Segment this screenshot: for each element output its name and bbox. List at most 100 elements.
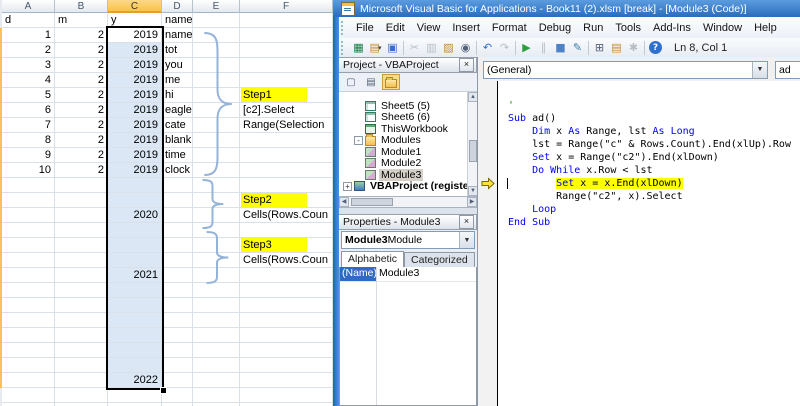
cell-F17[interactable]: Cells(Rows.Coun: [240, 253, 333, 268]
cell-D16[interactable]: [162, 238, 193, 253]
find-icon[interactable]: ◉: [457, 40, 474, 56]
menu-run[interactable]: Run: [577, 20, 609, 36]
cell-A8[interactable]: 7: [2, 118, 55, 133]
cell-D6[interactable]: hi: [162, 88, 193, 103]
cell-C22[interactable]: [108, 328, 162, 343]
cell-D24[interactable]: [162, 358, 193, 373]
cell-B17[interactable]: [55, 253, 108, 268]
menu-edit[interactable]: Edit: [380, 20, 411, 36]
cell-A13[interactable]: [2, 193, 55, 208]
cell-D5[interactable]: me: [162, 73, 193, 88]
cell-E8[interactable]: [193, 118, 240, 133]
cell-D8[interactable]: cate: [162, 118, 193, 133]
cell-E25[interactable]: [193, 373, 240, 388]
cell-A25[interactable]: [2, 373, 55, 388]
cell-A21[interactable]: [2, 313, 55, 328]
expand-icon[interactable]: +: [343, 182, 352, 191]
cell-A5[interactable]: 4: [2, 73, 55, 88]
cell-F6[interactable]: Step1: [240, 88, 333, 103]
cell-B16[interactable]: [55, 238, 108, 253]
tree-item-module1[interactable]: Module1: [339, 146, 477, 158]
menu-add-ins[interactable]: Add-Ins: [647, 20, 697, 36]
tree-item-modules[interactable]: -Modules: [339, 135, 477, 147]
cell-E13[interactable]: [193, 193, 240, 208]
cell-F16[interactable]: Step3: [240, 238, 333, 253]
cell-C10[interactable]: 2019: [108, 148, 162, 163]
tree-item-sheet6-6-[interactable]: Sheet6 (6): [339, 112, 477, 124]
cell-A3[interactable]: 2: [2, 43, 55, 58]
cell-C9[interactable]: 2019: [108, 133, 162, 148]
cell-E21[interactable]: [193, 313, 240, 328]
paste-icon[interactable]: ▨: [440, 40, 457, 56]
cell-A16[interactable]: [2, 238, 55, 253]
cell-C24[interactable]: [108, 358, 162, 373]
cell-B14[interactable]: [55, 208, 108, 223]
cell-F11[interactable]: [240, 163, 333, 178]
cell-D2[interactable]: name: [162, 28, 193, 43]
cell-C3[interactable]: 2019: [108, 43, 162, 58]
cell-E14[interactable]: [193, 208, 240, 223]
menu-insert[interactable]: Insert: [446, 20, 486, 36]
cell-D1[interactable]: name: [162, 13, 193, 28]
cell-A18[interactable]: [2, 268, 55, 283]
cell-D12[interactable]: [162, 178, 193, 193]
cell-B23[interactable]: [55, 343, 108, 358]
cell-A9[interactable]: 8: [2, 133, 55, 148]
cell-C17[interactable]: [108, 253, 162, 268]
cell-A19[interactable]: [2, 283, 55, 298]
cell-A6[interactable]: 5: [2, 88, 55, 103]
tree-item-module2[interactable]: Module2: [339, 158, 477, 170]
col-header-B[interactable]: B: [55, 0, 108, 13]
cell-B8[interactable]: 2: [55, 118, 108, 133]
scroll-left-icon[interactable]: ◀: [339, 197, 349, 207]
menu-file[interactable]: File: [350, 20, 380, 36]
cell-B11[interactable]: 2: [55, 163, 108, 178]
cell-B7[interactable]: 2: [55, 103, 108, 118]
cell-C2[interactable]: 2019: [108, 28, 162, 43]
cell-D9[interactable]: blank: [162, 133, 193, 148]
tree-item-vbaproject-registe[interactable]: +VBAProject (registe: [339, 181, 477, 193]
cell-D22[interactable]: [162, 328, 193, 343]
cell-C11[interactable]: 2019: [108, 163, 162, 178]
cell-A1[interactable]: d: [2, 13, 55, 28]
scroll-down-icon[interactable]: ▼: [468, 186, 477, 196]
menu-window[interactable]: Window: [697, 20, 748, 36]
cell-D4[interactable]: you: [162, 58, 193, 73]
excel-worksheet[interactable]: ABCDEF dmyname122019name222019tot322019y…: [0, 0, 333, 406]
cell-C20[interactable]: [108, 298, 162, 313]
cell-C4[interactable]: 2019: [108, 58, 162, 73]
cell-C5[interactable]: 2019: [108, 73, 162, 88]
cell-C16[interactable]: [108, 238, 162, 253]
cell-E3[interactable]: [193, 43, 240, 58]
cell-C19[interactable]: [108, 283, 162, 298]
cell-F14[interactable]: Cells(Rows.Coun: [240, 208, 333, 223]
cell-F18[interactable]: [240, 268, 333, 283]
cell-B5[interactable]: 2: [55, 73, 108, 88]
cell-D10[interactable]: time: [162, 148, 193, 163]
cell-A14[interactable]: [2, 208, 55, 223]
cell-E12[interactable]: [193, 178, 240, 193]
cell-F19[interactable]: [240, 283, 333, 298]
menu-debug[interactable]: Debug: [533, 20, 577, 36]
cell-C7[interactable]: 2019: [108, 103, 162, 118]
cell-C12[interactable]: [108, 178, 162, 193]
cell-F8[interactable]: Range(Selection: [240, 118, 333, 133]
cell-C8[interactable]: 2019: [108, 118, 162, 133]
undo-icon[interactable]: ↶: [479, 40, 496, 56]
help-icon[interactable]: ?: [647, 40, 664, 56]
cell-D18[interactable]: [162, 268, 193, 283]
cell-E10[interactable]: [193, 148, 240, 163]
cell-E26[interactable]: [193, 388, 240, 403]
excel-icon[interactable]: ▦: [350, 40, 367, 56]
cell-C25[interactable]: 2022: [108, 373, 162, 388]
cell-B10[interactable]: 2: [55, 148, 108, 163]
toggle-folders-icon[interactable]: [382, 74, 400, 90]
cell-B20[interactable]: [55, 298, 108, 313]
insert-userform-icon[interactable]: ▤▾: [367, 40, 384, 56]
properties-object-combo[interactable]: Module3 Module ▼: [341, 231, 475, 249]
properties-close-icon[interactable]: ×: [459, 215, 474, 229]
cell-E24[interactable]: [193, 358, 240, 373]
run-icon[interactable]: ▶: [518, 40, 535, 56]
cell-D25[interactable]: [162, 373, 193, 388]
cell-B25[interactable]: [55, 373, 108, 388]
